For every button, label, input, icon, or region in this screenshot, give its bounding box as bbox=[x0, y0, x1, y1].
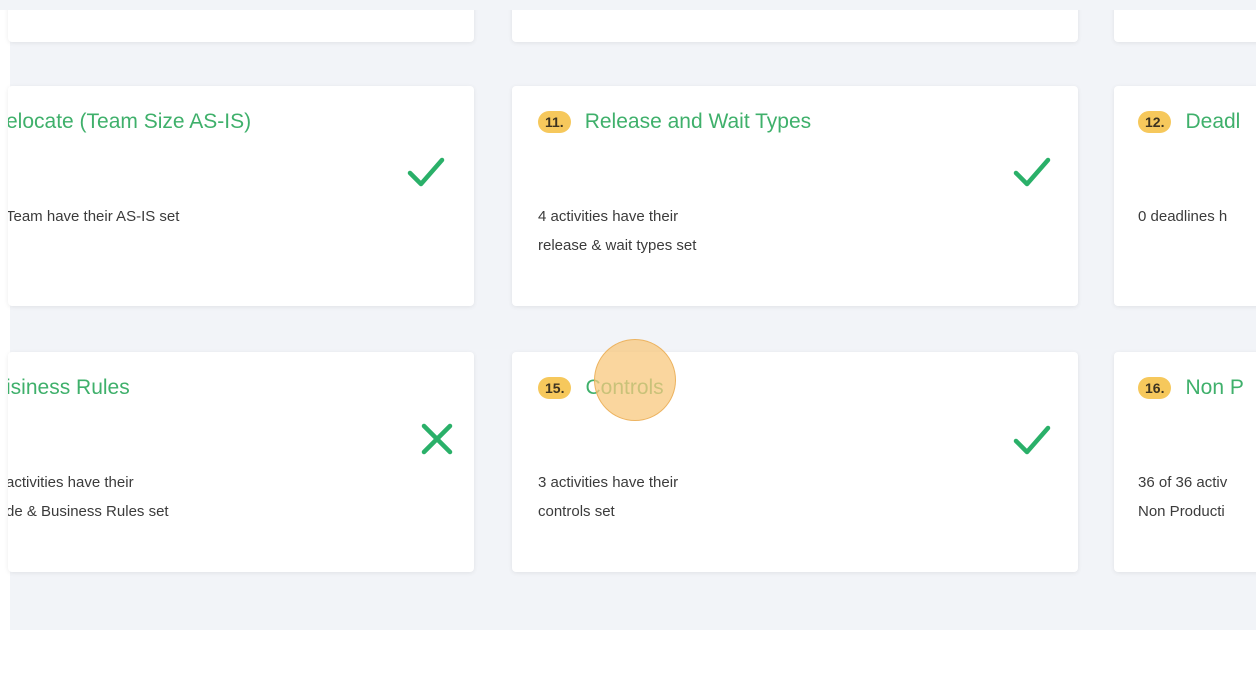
card-release-wait-types[interactable]: 11. Release and Wait Types 4 activities … bbox=[512, 86, 1078, 306]
description-line-2: Non Producti bbox=[1138, 503, 1225, 520]
card-title-row: isiness Rules bbox=[8, 376, 130, 400]
check-icon bbox=[1013, 157, 1051, 187]
card-description: 3 activities have their controls set bbox=[538, 468, 678, 526]
card-description: activities have their de & Business Rule… bbox=[8, 468, 169, 526]
description-line-1: 4 activities have their bbox=[538, 208, 679, 225]
step-number-badge: 11. bbox=[538, 111, 571, 133]
top-frame bbox=[0, 0, 1256, 10]
check-icon bbox=[407, 157, 445, 187]
description-line-2: release & wait types set bbox=[538, 237, 697, 254]
card-non-productive[interactable]: 16. Non P 36 of 36 activ Non Producti bbox=[1114, 352, 1256, 572]
cross-icon bbox=[421, 423, 453, 455]
card-title: Deadl bbox=[1185, 110, 1241, 133]
description-line-1: 36 of 36 activ bbox=[1138, 474, 1228, 491]
card-description: 4 activities have their release & wait t… bbox=[538, 202, 696, 260]
card-relocate[interactable]: elocate (Team Size AS-IS) Team have thei… bbox=[8, 86, 474, 306]
description-line-1: 3 activities have their bbox=[538, 474, 679, 491]
check-icon bbox=[1013, 425, 1051, 455]
card-business-rules[interactable]: isiness Rules activities have their de &… bbox=[8, 352, 474, 572]
checklist-page: elocate (Team Size AS-IS) Team have thei… bbox=[8, 0, 1256, 630]
description-line-2: de & Business Rules set bbox=[8, 503, 169, 520]
step-number-badge: 16. bbox=[1138, 377, 1172, 399]
step-number-badge: 12. bbox=[1138, 111, 1172, 133]
description-line-1: activities have their bbox=[8, 474, 134, 491]
card-description: 36 of 36 activ Non Producti bbox=[1138, 468, 1227, 526]
card-title-row: 15. Controls bbox=[538, 376, 664, 400]
card-title: isiness Rules bbox=[8, 376, 130, 399]
page-bottom-area bbox=[0, 630, 1256, 698]
description-line-1: Team have their AS-IS set bbox=[8, 208, 180, 225]
card-title: elocate (Team Size AS-IS) bbox=[8, 110, 252, 133]
card-title: Release and Wait Types bbox=[584, 110, 812, 133]
card-description: 0 deadlines h bbox=[1138, 202, 1227, 231]
card-deadlines[interactable]: 12. Deadl 0 deadlines h bbox=[1114, 86, 1256, 306]
card-title: Controls bbox=[585, 376, 664, 399]
description-line-1: 0 deadlines h bbox=[1138, 208, 1228, 225]
card-title-row: 16. Non P bbox=[1138, 376, 1244, 400]
card-title: Non P bbox=[1185, 376, 1244, 399]
description-line-2: controls set bbox=[538, 503, 615, 520]
card-title-row: elocate (Team Size AS-IS) bbox=[8, 110, 251, 134]
card-description: Team have their AS-IS set bbox=[8, 202, 179, 231]
card-title-row: 11. Release and Wait Types bbox=[538, 110, 811, 134]
card-title-row: 12. Deadl bbox=[1138, 110, 1240, 134]
card-controls[interactable]: 15. Controls 3 activities have their con… bbox=[512, 352, 1078, 572]
step-number-badge: 15. bbox=[538, 377, 572, 399]
